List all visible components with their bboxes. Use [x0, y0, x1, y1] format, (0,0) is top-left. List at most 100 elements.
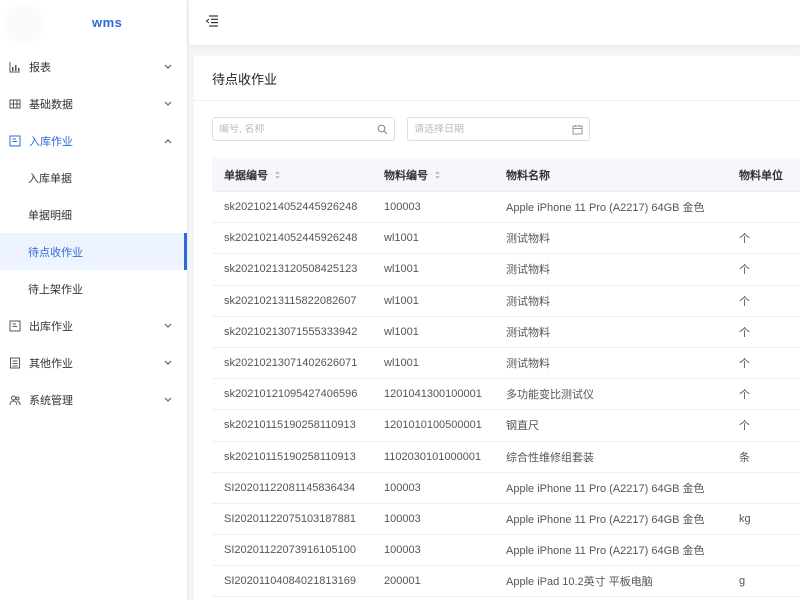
cell-unit: 条: [739, 451, 750, 464]
date-input[interactable]: [414, 123, 572, 135]
cell-material-no: wl1001: [384, 294, 419, 307]
chevron-down-icon: [163, 358, 173, 368]
sidebar-item-label: 报表: [29, 61, 51, 74]
table-body: sk20210214052445926248 100003 Apple iPhone…: [212, 192, 800, 598]
sidebar-item-other[interactable]: 其他作业: [0, 344, 187, 381]
cell-material-no: wl1001: [384, 325, 419, 338]
search-input[interactable]: [219, 123, 377, 135]
menu-fold-icon[interactable]: [205, 15, 221, 29]
cell-material-no: 100003: [384, 201, 421, 214]
cell-material-name: 测试物料: [506, 326, 550, 339]
cell-unit: 个: [739, 233, 750, 246]
table-row[interactable]: sk20210214052445926248 100003 Apple iPhone…: [212, 192, 800, 224]
cell-unit: 个: [739, 295, 750, 308]
table-row[interactable]: sk20210115190258110913 1102030101000001 综合…: [212, 442, 800, 473]
app: wms 报表 基础数据 入库作业 入库单据 单据明细 待点收作业 待上架作业 出…: [0, 0, 800, 600]
date-picker: [407, 117, 590, 141]
table-row[interactable]: sk20210213071555333942 wl1001 测试物料 个: [212, 317, 800, 348]
list-icon: [9, 357, 21, 369]
divider: [194, 100, 800, 101]
column-header-doc-no[interactable]: 单据编号: [212, 167, 372, 183]
calendar-icon[interactable]: [572, 124, 583, 135]
table-row[interactable]: SI20201122081145836434 100003 Apple iPhone…: [212, 473, 800, 504]
table-row[interactable]: sk20210213115822082607 wl1001 测试物料 个: [212, 286, 800, 317]
table-row[interactable]: SI20201104084021813169 200001 Apple iPad 1…: [212, 566, 800, 598]
cell-doc-no: sk20210115190258110913: [224, 450, 356, 463]
cell-material-name: Apple iPhone 11 Pro (A2217) 64GB 金色: [506, 482, 705, 495]
chevron-down-icon: [163, 395, 173, 405]
sidebar-item-reports[interactable]: 报表: [0, 48, 187, 85]
sidebar-item-outbound[interactable]: 出库作业: [0, 307, 187, 344]
sidebar-subitem-inbound-docs[interactable]: 入库单据: [0, 159, 187, 196]
data-table: 单据编号 物料编号 物料名称 物料单位 sk202102140524459262…: [212, 158, 800, 598]
cell-doc-no: SI20201104084021813169: [224, 575, 356, 588]
table-row[interactable]: sk20210213071402626071 wl1001 测试物料 个: [212, 348, 800, 380]
cell-unit: 个: [739, 358, 750, 371]
cell-unit: 个: [739, 389, 750, 402]
cell-unit: 个: [739, 420, 750, 433]
sidebar-subitem-doc-details[interactable]: 单据明细: [0, 196, 187, 233]
cell-unit: g: [739, 575, 746, 588]
cell-material-name: 测试物料: [506, 295, 550, 308]
cell-doc-no: sk20210213115822082607: [224, 294, 357, 307]
sidebar-item-inbound[interactable]: 入库作业: [0, 122, 187, 159]
table-row[interactable]: sk20210214052445926248 wl1001 测试物料 个: [212, 223, 800, 255]
cell-doc-no: sk20210214052445926248: [224, 232, 358, 245]
inbound-icon: [9, 135, 21, 147]
chevron-up-icon: [163, 136, 173, 146]
cell-material-no: 1102030101000001: [384, 450, 482, 463]
cell-material-no: wl1001: [384, 357, 419, 370]
cell-material-name: 测试物料: [506, 358, 550, 371]
cell-doc-no: sk20210121095427406596: [224, 388, 358, 401]
chevron-down-icon: [163, 99, 173, 109]
sidebar-subitem-pending-shelving[interactable]: 待上架作业: [0, 270, 187, 307]
cell-material-name: Apple iPad 10.2英寸 平板电脑: [506, 576, 653, 589]
sidebar-menu: 报表 基础数据 入库作业 入库单据 单据明细 待点收作业 待上架作业 出库作业 …: [0, 48, 187, 418]
bar-chart-icon: [9, 61, 21, 73]
table-row[interactable]: sk20210213120508425123 wl1001 测试物料 个: [212, 254, 800, 286]
chevron-down-icon: [163, 321, 173, 331]
column-header-label: 单据编号: [224, 169, 268, 182]
grid-icon: [9, 98, 21, 110]
cell-material-name: 综合性维修组套装: [506, 451, 594, 464]
table-row[interactable]: SI20201122075103187881 100003 Apple iPhone…: [212, 504, 800, 536]
sort-icon[interactable]: [434, 170, 441, 180]
cell-material-no: 100003: [384, 544, 421, 557]
cell-unit: 个: [739, 264, 750, 277]
search-icon[interactable]: [377, 124, 388, 135]
table-row[interactable]: sk20210115190258110913 1201010100500001 钢直…: [212, 410, 800, 442]
sidebar-item-basic-data[interactable]: 基础数据: [0, 85, 187, 122]
chevron-down-icon: [163, 62, 173, 72]
sidebar-item-system[interactable]: 系统管理: [0, 381, 187, 418]
cell-material-no: wl1001: [384, 263, 419, 276]
outbound-icon: [9, 320, 21, 332]
table-row[interactable]: sk20210121095427406596 1201041300100001 多功…: [212, 379, 800, 411]
logo-image: [4, 4, 44, 44]
cell-unit: kg: [739, 512, 751, 525]
table-header: 单据编号 物料编号 物料名称 物料单位: [212, 158, 800, 192]
cell-doc-no: SI20201122081145836434: [224, 481, 356, 494]
sidebar: wms 报表 基础数据 入库作业 入库单据 单据明细 待点收作业 待上架作业 出…: [0, 0, 188, 600]
cell-doc-no: sk20210214052445926248: [224, 201, 358, 214]
table-row[interactable]: SI20201122073916105100 100003 Apple iPhone…: [212, 535, 800, 567]
page-title: 待点收作业: [212, 72, 278, 87]
sidebar-subitem-pending-receipt[interactable]: 待点收作业: [0, 233, 187, 270]
sidebar-item-label: 基础数据: [29, 98, 73, 111]
cell-material-no: 100003: [384, 512, 421, 525]
main-card: 待点收作业 单据编号 物料编号: [194, 56, 800, 600]
sidebar-item-label: 系统管理: [29, 394, 73, 407]
cell-doc-no: sk20210213071555333942: [224, 325, 358, 338]
sort-icon[interactable]: [274, 170, 281, 180]
cell-material-name: 测试物料: [506, 233, 550, 246]
cell-material-name: 多功能变比测试仪: [506, 389, 594, 402]
cell-material-no: 1201010100500001: [384, 419, 482, 432]
sidebar-item-label: 其他作业: [29, 357, 73, 370]
cell-material-name: Apple iPhone 11 Pro (A2217) 64GB 金色: [506, 545, 705, 558]
app-logo-text: wms: [92, 15, 123, 30]
column-header-material-no[interactable]: 物料编号: [372, 167, 494, 183]
cell-material-no: 200001: [384, 575, 421, 588]
cell-doc-no: SI20201122075103187881: [224, 512, 356, 525]
cell-material-no: 1201041300100001: [384, 388, 482, 401]
cell-doc-no: sk20210213071402626071: [224, 357, 358, 370]
column-header-unit: 物料单位: [739, 169, 783, 182]
